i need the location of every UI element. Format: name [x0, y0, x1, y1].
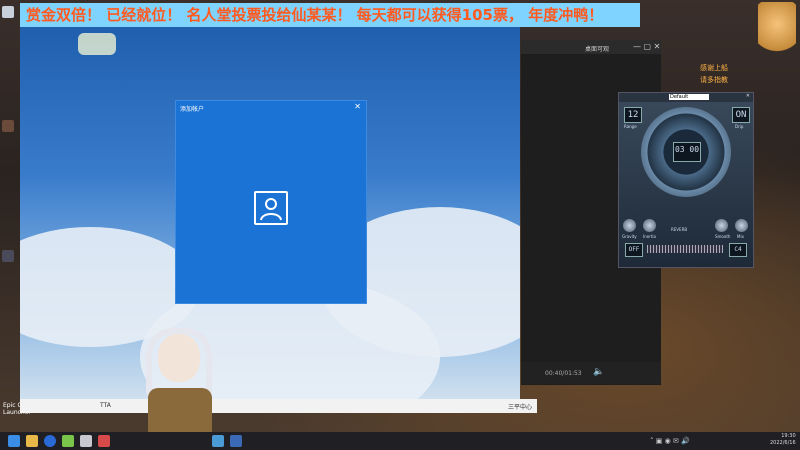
- mix-knob[interactable]: [735, 219, 748, 232]
- playback-time: 00:40/01:53: [545, 370, 582, 377]
- modulation-slider[interactable]: [647, 245, 723, 253]
- mix-label: Mix: [737, 234, 744, 239]
- inertia-knob[interactable]: [643, 219, 656, 232]
- logo-badge: [78, 33, 116, 55]
- app-icon[interactable]: [212, 435, 224, 447]
- smooth-label: Smooth: [715, 234, 731, 239]
- desktop-app-icon[interactable]: [2, 120, 14, 132]
- tail-label: Drip: [735, 124, 744, 129]
- gravity-knob[interactable]: [623, 219, 636, 232]
- start-icon[interactable]: [8, 435, 20, 447]
- predelay-label: Range: [624, 124, 637, 129]
- player-titlebar: 桌面可观 — ▢ ✕: [521, 40, 661, 54]
- streamer-avatar: [140, 320, 220, 432]
- status-right[interactable]: 三平中心: [508, 402, 532, 411]
- brand-label: REVERB: [671, 227, 688, 232]
- plugin-toolbar: Default ✕: [619, 93, 753, 102]
- predelay-display: 12: [624, 107, 642, 123]
- decay-dial[interactable]: 03 00: [641, 107, 731, 197]
- window-controls-icon[interactable]: — ▢ ✕: [633, 42, 660, 51]
- clock-date: 2022/6/16: [770, 440, 796, 446]
- status-left: TTA: [100, 402, 111, 409]
- close-icon[interactable]: ✕: [746, 93, 750, 99]
- volume-icon[interactable]: 🔈: [593, 367, 604, 377]
- pitch-display: C4: [729, 243, 747, 257]
- inertia-label: Inertia: [643, 234, 656, 239]
- player-controls: 00:40/01:53 🔈: [521, 362, 661, 384]
- tail-display: ON: [732, 107, 750, 123]
- gravity-label: Gravity: [622, 234, 637, 239]
- file-explorer-icon[interactable]: [26, 435, 38, 447]
- player-title: 桌面可观: [585, 46, 610, 53]
- scrolling-banner: 赏金双倍！ 已经就位！ 名人堂投票投给仙某某！ 每天都可以获得105票， 年度冲…: [20, 3, 640, 27]
- add-account-dialog[interactable]: 添加帐户 ✕: [175, 100, 367, 304]
- system-clock[interactable]: 19:30 2022/6/16: [770, 433, 796, 447]
- clock-time: 19:30: [781, 433, 796, 439]
- desktop-app-icon[interactable]: [2, 6, 14, 18]
- desktop-app-icon[interactable]: [2, 250, 14, 262]
- freeze-toggle[interactable]: OFF: [625, 243, 643, 257]
- taskbar: ˄ ▣ ◉ ✉ 🔊 19:30 2022/6/16: [0, 432, 800, 450]
- smooth-knob[interactable]: [715, 219, 728, 232]
- main-window-statusbar: TTA 三平中心: [20, 399, 537, 413]
- overlay-line1: 感谢上船: [700, 64, 728, 72]
- app-icon[interactable]: [230, 435, 242, 447]
- browser-icon[interactable]: [44, 435, 56, 447]
- overlay-line2: 请多指教: [700, 76, 728, 84]
- app-icon[interactable]: [80, 435, 92, 447]
- decay-display: 03 00: [673, 142, 701, 162]
- close-icon[interactable]: ✕: [354, 102, 361, 111]
- user-account-icon: [254, 191, 288, 225]
- system-tray-icons[interactable]: ˄ ▣ ◉ ✉ 🔊: [650, 437, 690, 445]
- dialog-title: 添加帐户: [180, 106, 205, 113]
- preset-select[interactable]: Default: [669, 94, 709, 100]
- right-overlay-text: 感谢上船 请多指教: [700, 62, 728, 86]
- app-icon[interactable]: [62, 435, 74, 447]
- reverb-plugin-window[interactable]: Default ✕ 12 Range ON Drip 03 00 REVERB …: [618, 92, 754, 268]
- chibi-character-image: [758, 2, 796, 57]
- app-icon[interactable]: [98, 435, 110, 447]
